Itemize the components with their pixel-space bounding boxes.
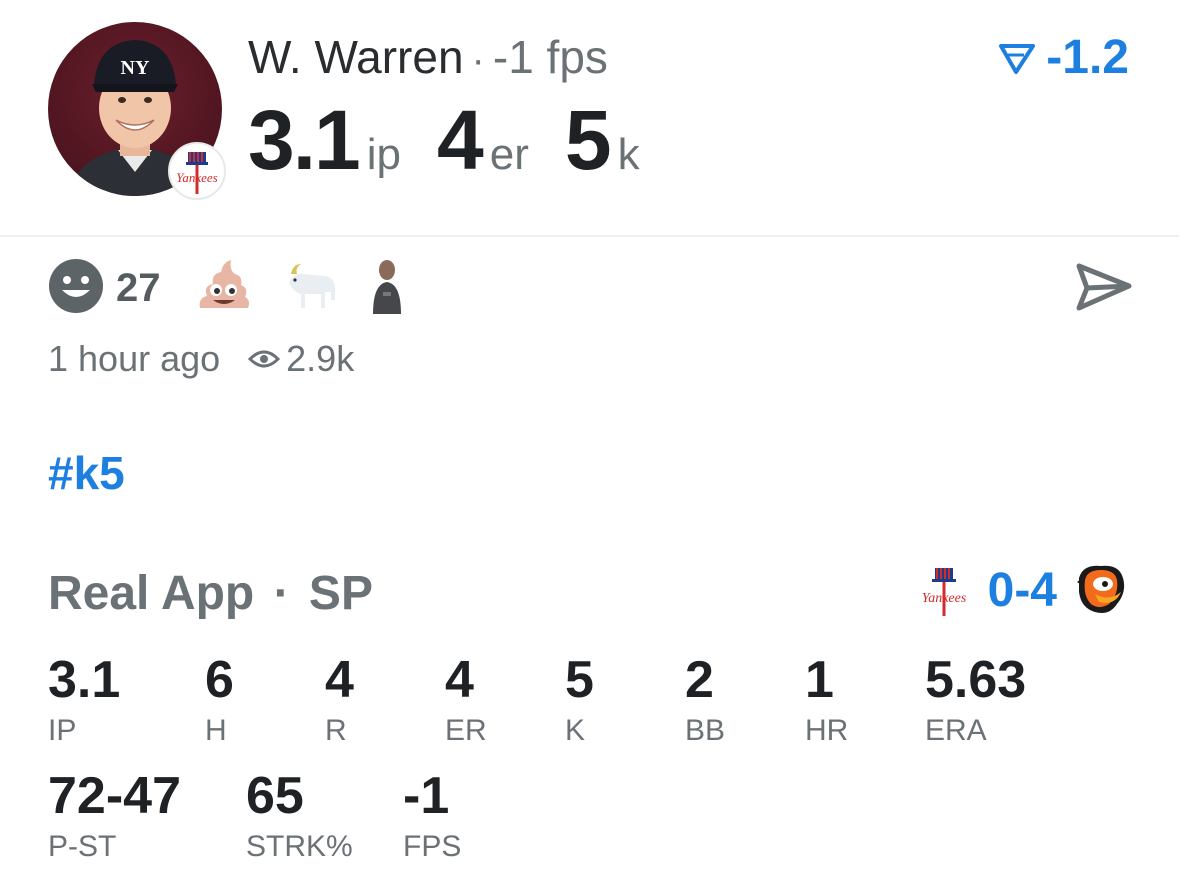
stat-label: STRK%	[246, 830, 353, 863]
yankees-logo-icon: Yankees	[921, 568, 966, 616]
send-icon[interactable]	[1075, 258, 1133, 316]
view-count: 2.9k	[248, 338, 354, 380]
post-timestamp: 1 hour ago	[48, 338, 221, 379]
stat-ip: 3.1 IP	[48, 650, 120, 748]
player-fps: -1 fps	[492, 31, 608, 83]
stat-value: 5.63	[925, 651, 1027, 709]
player-name-line: W. Warren · -1 fps	[248, 30, 608, 84]
stat-value: 2	[685, 651, 714, 709]
stat-label: IP	[48, 714, 77, 747]
statline-ip-unit: ip	[366, 130, 402, 179]
game-score: 0-4	[987, 563, 1057, 617]
stat-er: 4 ER	[445, 650, 487, 748]
stat-value: 4	[325, 651, 354, 709]
stat-label: H	[205, 714, 227, 747]
orioles-logo-icon	[1077, 565, 1125, 613]
stat-hr: 1 HR	[805, 650, 848, 748]
stat-value: 3.1	[48, 651, 121, 709]
name-separator: ·	[471, 38, 485, 82]
stat-label: P-ST	[48, 830, 117, 863]
down-trend-icon	[999, 43, 1036, 74]
smiley-face-icon[interactable]	[48, 258, 104, 319]
stat-label: ER	[445, 714, 487, 747]
boxscore-position: SP	[308, 567, 373, 620]
boxscore-separator: ·	[273, 567, 290, 620]
statline-k-value: 5	[564, 93, 612, 187]
stat-label: BB	[685, 714, 726, 747]
reactions-row: 27	[48, 258, 433, 318]
reaction-count: 27	[116, 265, 161, 310]
stat-r: 4R	[325, 650, 354, 748]
svg-text:Yankees: Yankees	[176, 170, 217, 185]
stat-label: ERA	[925, 714, 987, 747]
stat-label: R	[325, 714, 347, 747]
stat-value: 1	[805, 651, 834, 709]
svg-text:NY: NY	[121, 57, 150, 79]
player-statline: 3.1 ip 4 er 5 k	[248, 92, 676, 189]
stat-value: -1	[403, 767, 450, 825]
stat-value: 6	[205, 651, 234, 709]
statline-k-unit: k	[617, 130, 640, 179]
post-meta: 1 hour ago 2.9k	[48, 338, 354, 380]
player-score: -1.2	[1046, 31, 1129, 84]
boxscore-title: Real App · SP	[48, 566, 373, 621]
svg-text:Yankees: Yankees	[921, 591, 966, 606]
player-score-badge[interactable]: -1.2	[998, 30, 1129, 85]
stat-fps: -1 FPS	[403, 766, 461, 864]
game-result[interactable]: Yankees 0-4	[916, 562, 1129, 618]
stat-label: K	[565, 714, 586, 747]
view-count-value: 2.9k	[286, 338, 355, 379]
stat-era: 5.63 ERA	[925, 650, 1026, 748]
stat-value: 5	[565, 651, 594, 709]
boxscore-source: Real App	[48, 567, 255, 620]
stat-value: 65	[246, 767, 304, 825]
yankees-logo-badge: Yankees	[168, 142, 226, 200]
yankees-logo-icon: Yankees	[176, 152, 218, 194]
stat-pitches-strikes: 72-47 P-ST	[48, 766, 181, 864]
header-divider	[0, 235, 1179, 237]
stat-strike-pct: 65 STRK%	[246, 766, 353, 864]
statline-ip-value: 3.1	[248, 93, 361, 187]
eye-icon	[248, 350, 281, 368]
statline-er-value: 4	[437, 93, 484, 187]
stat-value: 4	[445, 651, 474, 709]
statline-er-unit: er	[489, 130, 529, 179]
hashtag-link[interactable]: #k5	[48, 446, 125, 500]
stat-h: 6H	[205, 650, 234, 748]
player-name[interactable]: W. Warren	[248, 31, 464, 83]
stat-value: 72-47	[48, 767, 181, 825]
goat-emoji-icon[interactable]	[281, 258, 341, 319]
person-emoji-icon[interactable]	[369, 258, 405, 319]
stat-bb: 2 BB	[685, 650, 725, 748]
stat-k: 5K	[565, 650, 594, 748]
stat-label: FPS	[403, 830, 462, 863]
poop-emoji-icon[interactable]	[195, 258, 253, 319]
stat-label: HR	[805, 714, 849, 747]
